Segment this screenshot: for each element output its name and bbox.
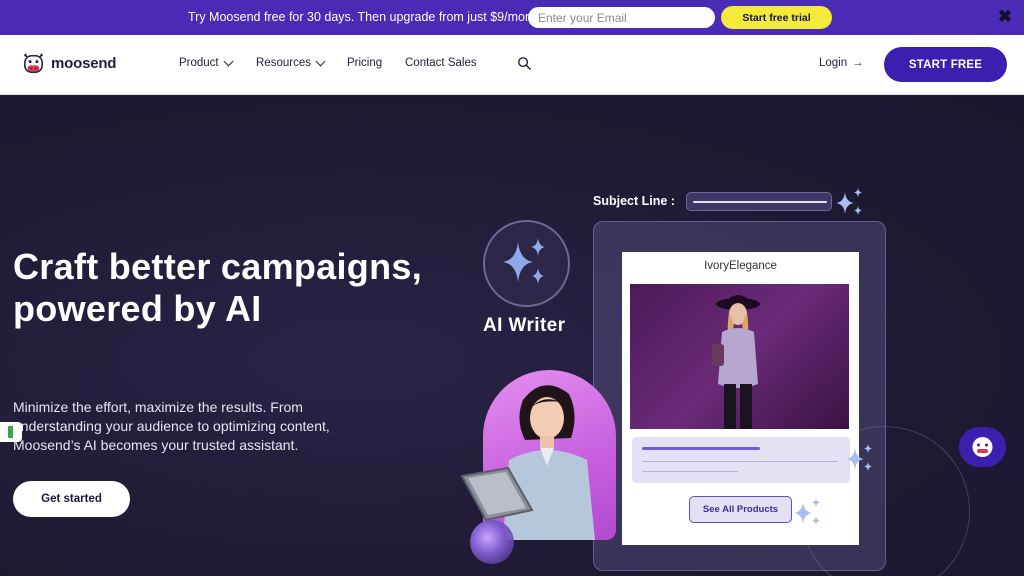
chevron-down-icon: [223, 56, 234, 66]
text-line: [642, 461, 838, 462]
nav-item-label: Resources: [256, 57, 311, 69]
logo[interactable]: moosend: [20, 50, 116, 77]
decorative-orb: [470, 520, 514, 564]
nav-item-label: Pricing: [347, 57, 383, 69]
close-icon[interactable]: ✖: [997, 8, 1013, 25]
nav-item-label: Contact Sales: [405, 57, 477, 69]
login-link[interactable]: Login →: [819, 57, 864, 69]
logo-text: moosend: [51, 55, 117, 72]
ai-writer-label: AI Writer: [483, 315, 566, 336]
nav-item-resources[interactable]: Resources: [256, 56, 326, 69]
nav-item-contact-sales[interactable]: Contact Sales: [405, 57, 477, 69]
main-navbar: moosend Product Resources Pricing Contac…: [0, 35, 1024, 95]
start-free-button[interactable]: START FREE: [884, 47, 1007, 82]
promo-email-input[interactable]: [528, 7, 715, 28]
model-figure-image: [712, 295, 760, 429]
hero-section: Craft better campaigns, powered by AI Mi…: [0, 96, 1024, 576]
see-all-products-button[interactable]: See All Products: [689, 496, 792, 523]
promo-text: Try Moosend free for 30 days. Then upgra…: [188, 10, 546, 24]
promo-bar: Try Moosend free for 30 days. Then upgra…: [0, 0, 1024, 35]
subject-line-label: Subject Line :: [593, 194, 675, 208]
product-photo: [630, 284, 849, 429]
login-label: Login: [819, 57, 848, 69]
feedback-side-tab[interactable]: [0, 422, 22, 442]
chat-icon: [972, 437, 993, 457]
search-icon[interactable]: [517, 56, 532, 71]
hero-subtitle: Minimize the effort, maximize the result…: [13, 399, 330, 453]
nav-item-label: Product: [179, 57, 219, 69]
text-line: [642, 471, 738, 472]
ai-writer-badge: [483, 220, 570, 307]
start-free-trial-button[interactable]: Start free trial: [721, 6, 832, 29]
feedback-tab-icon: [8, 426, 13, 438]
nav-item-pricing[interactable]: Pricing: [347, 57, 382, 69]
product-description-box: [632, 437, 850, 483]
chat-widget-button[interactable]: [959, 427, 1006, 467]
text-line: [642, 447, 760, 450]
chevron-down-icon: [315, 56, 326, 66]
subject-line-placeholder: [693, 201, 827, 203]
sparkle-icon: [794, 498, 820, 525]
brand-name: IvoryElegance: [704, 260, 777, 272]
sparkle-icon: [846, 444, 872, 471]
sparkle-icon: [503, 238, 545, 284]
nav-item-product[interactable]: Product: [179, 56, 234, 69]
tablet-image: [460, 466, 534, 522]
get-started-button[interactable]: Get started: [13, 481, 130, 517]
sparkle-icon: [836, 188, 862, 215]
arrow-right-icon: →: [852, 57, 864, 69]
moosend-cow-logo-icon: [23, 52, 44, 73]
subject-line-field: [686, 192, 832, 211]
hero-title: Craft better campaigns, powered by AI: [13, 246, 422, 329]
